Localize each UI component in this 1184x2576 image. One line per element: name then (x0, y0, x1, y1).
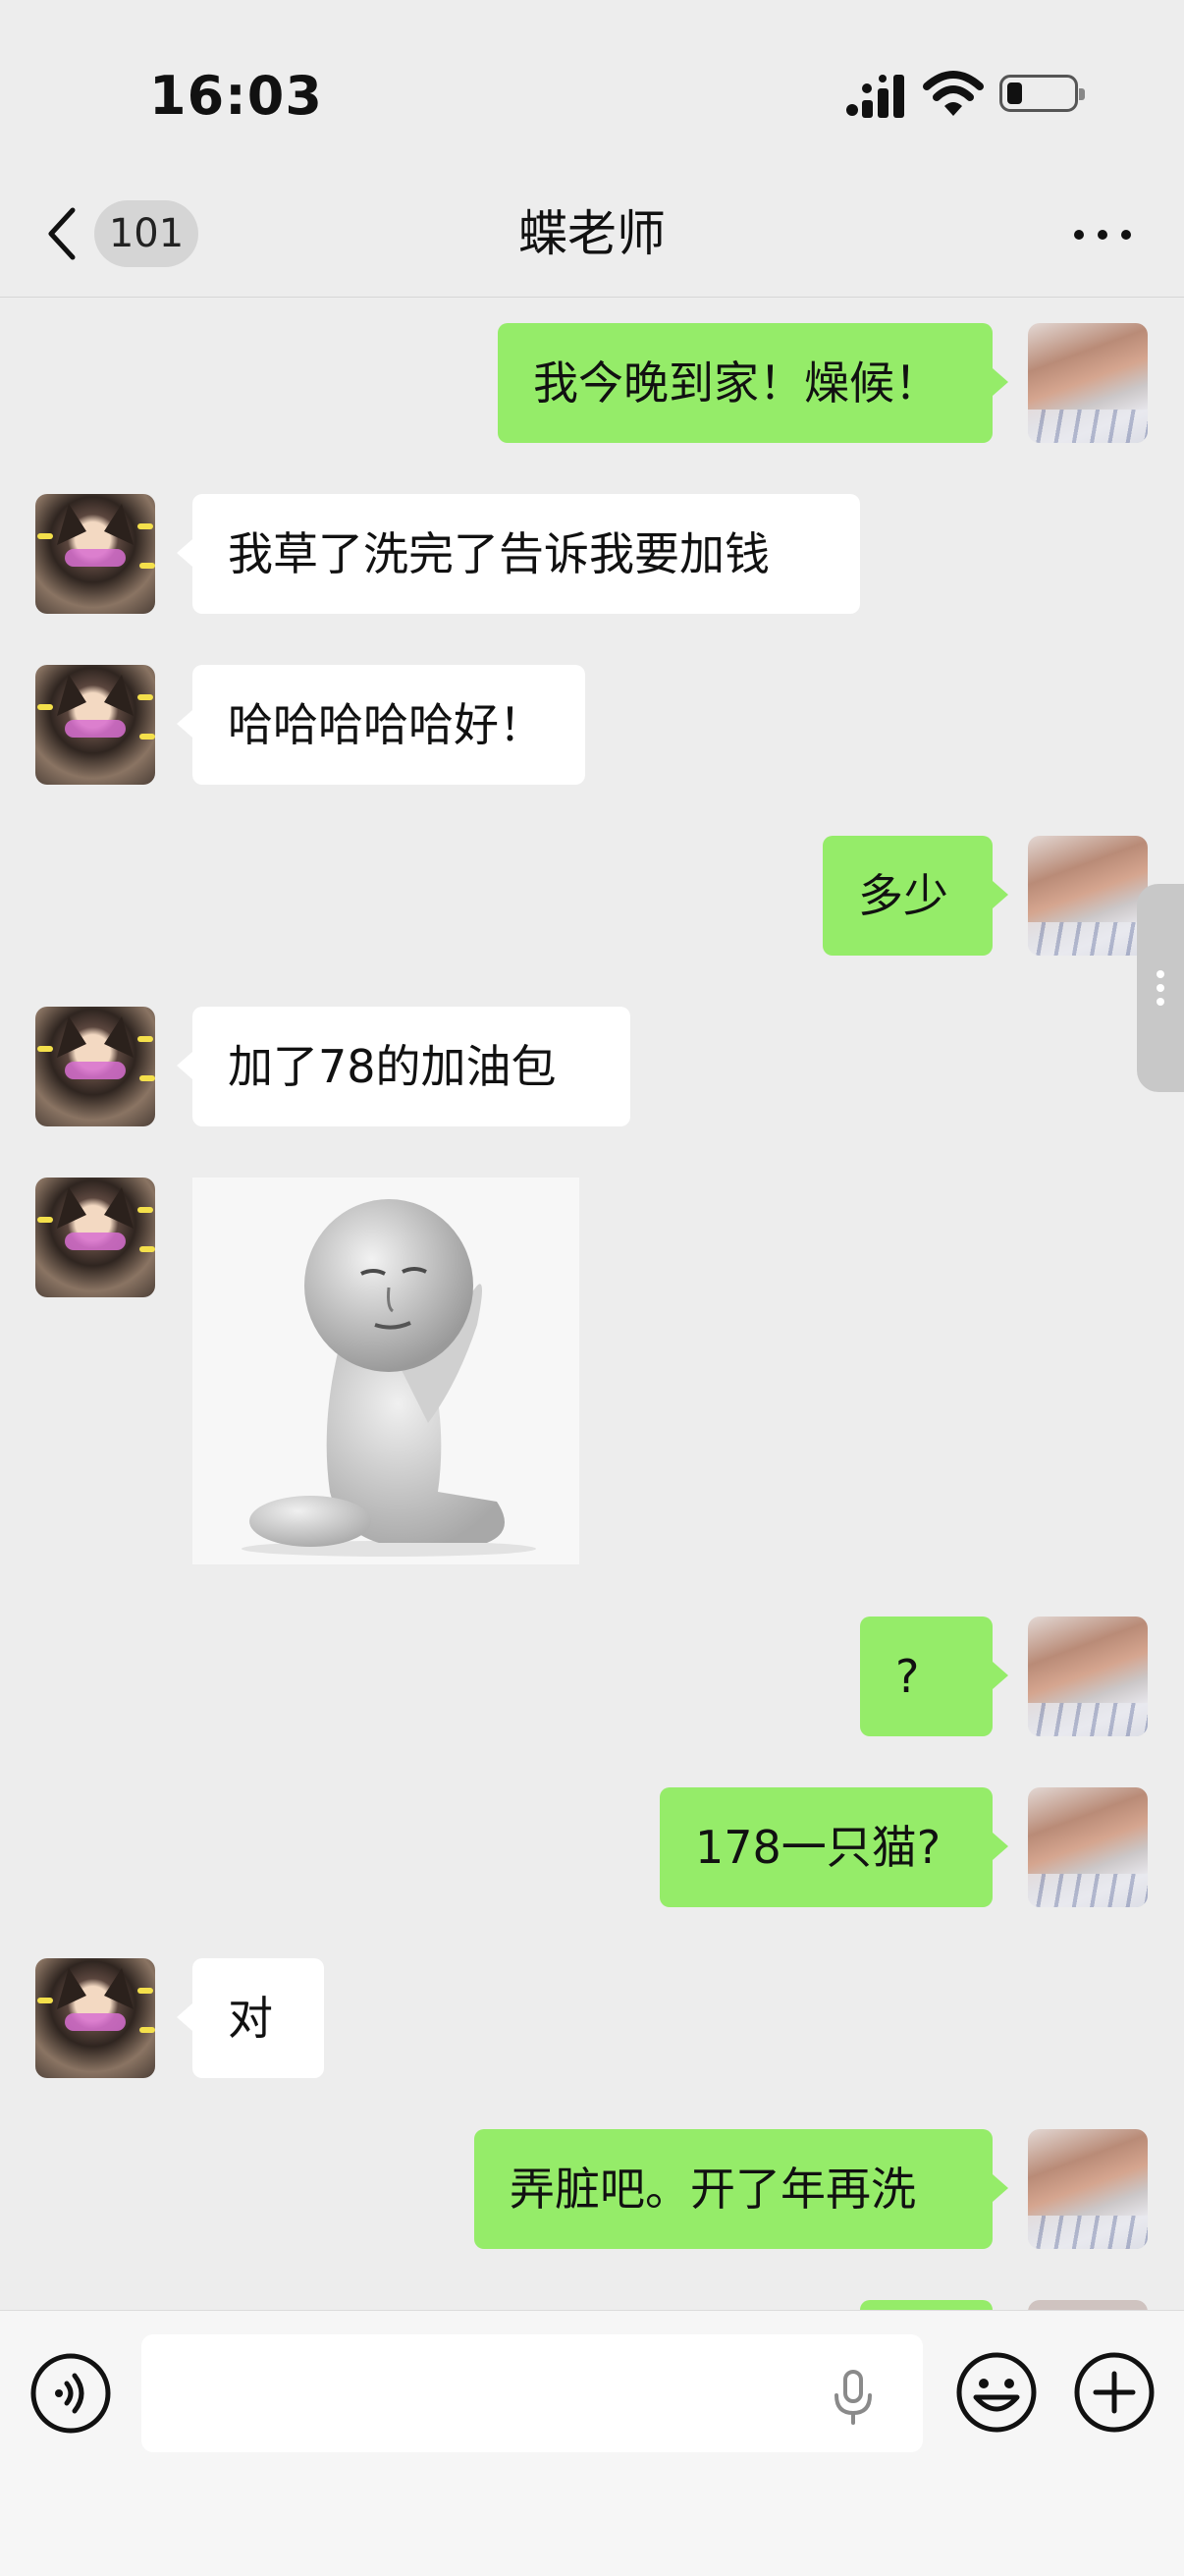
message-bubble[interactable]: 178一只猫? (660, 1787, 1008, 1907)
emoji-icon[interactable] (954, 2350, 1039, 2435)
message-bubble[interactable]: 多少 (823, 836, 1008, 956)
contact-avatar[interactable] (35, 1958, 155, 2078)
page-title: 蝶老师 (518, 205, 666, 262)
cellular-signal-icon (846, 75, 904, 118)
status-bar: 16:03 (0, 0, 1184, 177)
message-input[interactable] (141, 2334, 923, 2452)
my-avatar[interactable] (1028, 323, 1148, 443)
contact-avatar[interactable] (35, 665, 155, 785)
my-avatar[interactable] (1028, 2129, 1148, 2249)
battery-low-icon (999, 75, 1085, 112)
message-bubble[interactable]: 哈哈哈哈哈好！ (177, 665, 585, 785)
more-dots-icon[interactable] (1068, 220, 1137, 247)
plus-icon[interactable] (1072, 2350, 1157, 2435)
my-avatar[interactable] (1028, 1787, 1148, 1907)
voice-mode-icon[interactable] (29, 2352, 112, 2435)
message-bubble[interactable]: 加了78的加油包 (177, 1007, 630, 1126)
message-bubble[interactable]: 对 (177, 1958, 324, 2078)
message-bubble[interactable]: 我草了洗完了告诉我要加钱 (177, 494, 860, 614)
input-bar (0, 2310, 1184, 2576)
message-bubble[interactable]: ? (860, 1617, 1008, 1736)
side-drag-handle[interactable] (1137, 884, 1184, 1092)
message-bubble[interactable]: 弄脏吧。开了年再洗 (474, 2129, 1008, 2249)
my-avatar[interactable] (1028, 1617, 1148, 1736)
contact-avatar[interactable] (35, 494, 155, 614)
status-time: 16:03 (149, 65, 323, 127)
contact-avatar[interactable] (35, 1178, 155, 1297)
chat-header: 101 蝶老师 (0, 177, 1184, 298)
wifi-icon (923, 71, 984, 116)
contact-avatar[interactable] (35, 1007, 155, 1126)
message-bubble[interactable]: 我今晚到家！燥候！ (498, 323, 1008, 443)
my-avatar[interactable] (1028, 836, 1148, 956)
praying-figure-sticker[interactable] (192, 1178, 579, 1564)
microphone-icon[interactable] (829, 2368, 878, 2427)
